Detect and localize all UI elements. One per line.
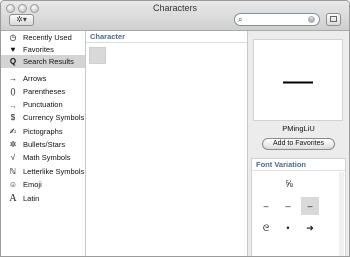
- sidebar-item-label: Emoji: [23, 180, 42, 189]
- window-title: Characters: [152, 3, 197, 13]
- search-icon: ⌕: [238, 15, 243, 24]
- magnifier-icon: Q: [9, 57, 17, 66]
- asterisk-icon: ✲: [9, 140, 17, 149]
- font-variation-glyph[interactable]: •: [279, 219, 297, 237]
- punctuation-icon: .,: [10, 100, 16, 109]
- action-menu-button[interactable]: ✲▾: [9, 14, 34, 26]
- font-variation-panel: Font Variation ⅝ – – – ᘓ • ➔: [251, 158, 346, 256]
- sidebar-item-label: Letterlike Symbols: [23, 167, 85, 176]
- arrow-icon: →: [9, 74, 17, 83]
- font-variation-glyph[interactable]: –: [279, 197, 297, 215]
- font-variation-glyph[interactable]: ⅝: [280, 175, 298, 193]
- font-variation-glyph[interactable]: ᘓ: [257, 219, 275, 237]
- sidebar-item-label: Arrows: [23, 74, 47, 83]
- category-sidebar: ◷ Recently Used ♥ Favorites Q Search Res…: [1, 31, 86, 256]
- sidebar-item-bullets-stars[interactable]: ✲ Bullets/Stars: [1, 138, 85, 151]
- sidebar-item-pictographs[interactable]: ✍ Pictographs: [1, 125, 85, 138]
- dollar-icon: $: [10, 113, 16, 122]
- characters-window: Characters ✲▾ ⌕ ✕ ◷ Recently Used ♥ Favo…: [0, 0, 350, 257]
- sidebar-item-latin[interactable]: A Latin: [1, 192, 85, 205]
- sidebar-item-label: Bullets/Stars: [23, 140, 66, 149]
- window-view-icon: [330, 16, 337, 22]
- clear-search-icon[interactable]: ✕: [308, 16, 315, 23]
- sidebar-item-label: Math Symbols: [23, 153, 71, 162]
- sidebar-item-search-results[interactable]: Q Search Results: [1, 55, 85, 68]
- pictograph-icon: ✍: [9, 127, 17, 136]
- sidebar-item-punctuation[interactable]: ., Punctuation: [1, 98, 85, 111]
- font-variation-scrollbar[interactable]: [339, 172, 344, 256]
- sidebar-item-label: Latin: [23, 194, 40, 203]
- sidebar-item-currency-symbols[interactable]: $ Currency Symbols: [1, 111, 85, 124]
- font-variation-glyph[interactable]: –: [301, 197, 319, 215]
- sidebar-item-math-symbols[interactable]: √ Math Symbols: [1, 151, 85, 164]
- title-bar: Characters ✲▾ ⌕ ✕: [1, 1, 349, 31]
- sqrt-icon: √: [10, 153, 16, 162]
- preview-glyph: —: [283, 64, 313, 97]
- character-column-header: Character: [86, 31, 247, 43]
- sidebar-item-parentheses[interactable]: () Parentheses: [1, 85, 85, 98]
- sidebar-item-emoji[interactable]: ☺ Emoji: [1, 178, 85, 191]
- character-inspector: — PMingLiU Add to Favorites Font Variati…: [248, 31, 349, 256]
- sidebar-item-label: Parentheses: [23, 87, 66, 96]
- character-cell-selected[interactable]: [89, 47, 106, 64]
- font-variation-glyph[interactable]: ➔: [301, 219, 319, 237]
- toggle-view-button[interactable]: [326, 13, 341, 26]
- sidebar-item-label: Punctuation: [23, 100, 63, 109]
- parentheses-icon: (): [10, 87, 16, 96]
- search-field[interactable]: ⌕ ✕: [234, 13, 320, 26]
- font-name-label: PMingLiU: [282, 124, 315, 133]
- letterlike-icon: ℕ: [9, 167, 17, 176]
- glyph-preview: —: [253, 39, 343, 121]
- sidebar-item-label: Currency Symbols: [23, 113, 85, 122]
- sidebar-item-arrows[interactable]: → Arrows: [1, 72, 85, 85]
- sidebar-item-label: Pictographs: [23, 127, 63, 136]
- smiley-icon: ☺: [8, 180, 18, 189]
- sidebar-item-label: Search Results: [23, 57, 74, 66]
- font-variation-header: Font Variation: [252, 159, 345, 171]
- font-variation-glyph[interactable]: –: [257, 197, 275, 215]
- add-to-favorites-button[interactable]: Add to Favorites: [262, 138, 335, 150]
- character-grid-panel: Character: [86, 31, 248, 256]
- sidebar-item-letterlike-symbols[interactable]: ℕ Letterlike Symbols: [1, 165, 85, 178]
- search-input[interactable]: [247, 14, 305, 25]
- latin-a-icon: A: [9, 193, 17, 204]
